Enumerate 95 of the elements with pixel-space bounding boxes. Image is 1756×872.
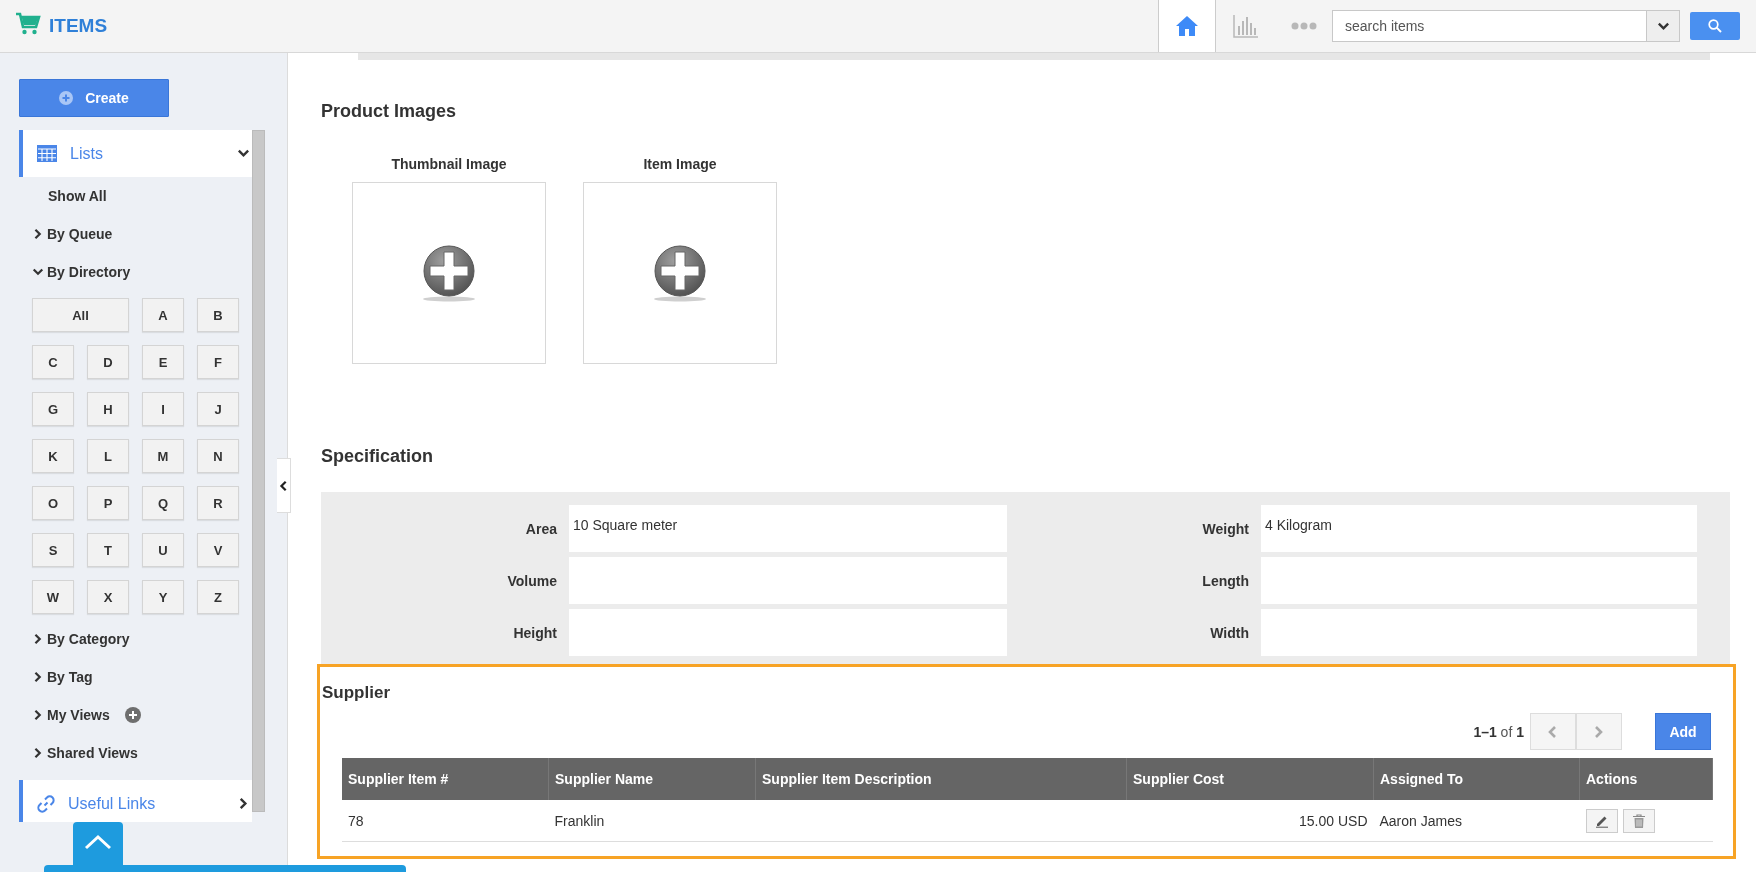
letter-button[interactable]: H bbox=[87, 392, 129, 426]
chevron-right-icon bbox=[237, 797, 250, 810]
chevron-right-icon bbox=[32, 709, 44, 721]
link-icon bbox=[37, 794, 55, 813]
table-cell: Aaron James bbox=[1379, 812, 1462, 829]
letter-button[interactable]: D bbox=[87, 345, 129, 379]
lists-panel[interactable]: Lists bbox=[19, 130, 252, 177]
letter-button[interactable]: C bbox=[32, 345, 74, 379]
scroll-up-button[interactable] bbox=[73, 822, 123, 865]
add-icon bbox=[421, 244, 477, 302]
trash-icon bbox=[1632, 813, 1645, 828]
table-cell: Franklin bbox=[554, 812, 605, 829]
letter-button[interactable]: Y bbox=[142, 580, 184, 614]
letter-button[interactable]: U bbox=[142, 533, 184, 567]
table-cell: 15.00 USD bbox=[1299, 812, 1368, 829]
letter-button[interactable]: Q bbox=[142, 486, 184, 520]
letter-button[interactable]: L bbox=[87, 439, 129, 473]
chevron-down-icon bbox=[237, 147, 250, 160]
letter-button[interactable]: K bbox=[32, 439, 74, 473]
letter-button[interactable]: V bbox=[197, 533, 239, 567]
letter-button[interactable]: T bbox=[87, 533, 129, 567]
letter-button[interactable]: R bbox=[197, 486, 239, 520]
letter-button[interactable]: W bbox=[32, 580, 74, 614]
letter-button[interactable]: M bbox=[142, 439, 184, 473]
nav-item[interactable]: By Category bbox=[19, 620, 130, 658]
image-label: Item Image bbox=[643, 156, 717, 172]
useful-links-panel[interactable]: Useful Links bbox=[19, 780, 252, 822]
letter-button[interactable]: J bbox=[197, 392, 239, 426]
pagination-text: 1–1 of 1 bbox=[1473, 723, 1524, 740]
letter-button[interactable]: P bbox=[87, 486, 129, 520]
field-label: Height bbox=[512, 624, 557, 641]
add-button[interactable]: Add bbox=[1655, 713, 1711, 750]
column-header[interactable]: Supplier Item Description bbox=[755, 758, 1127, 800]
chevron-up-icon bbox=[84, 834, 112, 850]
chevron-right-icon bbox=[32, 747, 44, 759]
nav-item[interactable]: My Views bbox=[19, 696, 141, 734]
collapse-sidebar-button[interactable] bbox=[277, 458, 291, 513]
letter-button[interactable]: S bbox=[32, 533, 74, 567]
nav-item[interactable]: By Queue bbox=[19, 215, 113, 253]
letter-button[interactable]: F bbox=[197, 345, 239, 379]
letter-button[interactable]: O bbox=[32, 486, 74, 520]
chevron-right-icon bbox=[32, 228, 44, 240]
field-label: Length bbox=[1201, 572, 1249, 589]
section-heading: Product Images bbox=[321, 101, 458, 122]
field-label: Volume bbox=[506, 572, 557, 589]
letter-button[interactable]: Z bbox=[197, 580, 239, 614]
letter-button[interactable]: X bbox=[87, 580, 129, 614]
field-label: Area bbox=[524, 520, 557, 537]
more-icon bbox=[1290, 22, 1317, 30]
section-heading: Supplier bbox=[322, 683, 391, 703]
search-icon bbox=[1708, 19, 1722, 33]
text-field[interactable]: 10 Square meter bbox=[569, 505, 1007, 552]
add-icon bbox=[652, 244, 708, 302]
letter-button[interactable]: E bbox=[142, 345, 184, 379]
table-cell: 78 bbox=[348, 812, 364, 829]
home-icon bbox=[1175, 15, 1199, 37]
chevron-left-icon bbox=[277, 479, 290, 492]
nav-item[interactable]: Show All bbox=[19, 177, 107, 215]
letter-button[interactable]: G bbox=[32, 392, 74, 426]
image-label: Thumbnail Image bbox=[391, 156, 507, 172]
bar-chart-icon bbox=[1232, 14, 1259, 38]
nav-item[interactable]: By Tag bbox=[19, 658, 93, 696]
search-field[interactable]: search items bbox=[1332, 10, 1647, 42]
edit-button[interactable] bbox=[1585, 808, 1618, 833]
letter-button[interactable]: A bbox=[142, 298, 184, 332]
plus-circle-icon bbox=[124, 707, 141, 723]
letter-button[interactable]: All bbox=[32, 298, 129, 332]
column-header[interactable]: Supplier Name bbox=[548, 758, 756, 800]
letter-button[interactable]: N bbox=[197, 439, 239, 473]
cart-icon bbox=[15, 12, 41, 36]
column-header[interactable]: Supplier Item # bbox=[342, 758, 549, 800]
column-header[interactable]: Actions bbox=[1579, 758, 1713, 800]
chevron-right-icon bbox=[32, 633, 44, 645]
app-title: ITEMS bbox=[49, 15, 108, 37]
search-dropdown-button[interactable] bbox=[1647, 10, 1680, 42]
column-header[interactable]: Assigned To bbox=[1373, 758, 1580, 800]
home-tab[interactable] bbox=[1158, 0, 1216, 52]
plus-circle-icon bbox=[59, 91, 74, 105]
create-button[interactable]: Create bbox=[19, 79, 169, 117]
chevron-down-icon bbox=[32, 266, 44, 278]
letter-button[interactable]: I bbox=[142, 392, 184, 426]
nav-item[interactable]: By Directory bbox=[19, 253, 131, 291]
column-header[interactable]: Supplier Cost bbox=[1126, 758, 1374, 800]
scrollbar[interactable] bbox=[252, 130, 265, 812]
image-upload-box[interactable] bbox=[352, 182, 546, 364]
section-heading: Specification bbox=[321, 446, 435, 467]
field-label: Weight bbox=[1201, 520, 1249, 537]
letter-button[interactable]: B bbox=[197, 298, 239, 332]
calendar-icon bbox=[37, 145, 57, 162]
chevron-right-icon bbox=[32, 671, 44, 683]
nav-item[interactable]: Shared Views bbox=[19, 734, 138, 772]
field-label: Width bbox=[1209, 624, 1249, 641]
search-button[interactable] bbox=[1690, 12, 1740, 40]
text-field[interactable]: 4 Kilogram bbox=[1261, 505, 1697, 552]
image-upload-box[interactable] bbox=[583, 182, 777, 364]
